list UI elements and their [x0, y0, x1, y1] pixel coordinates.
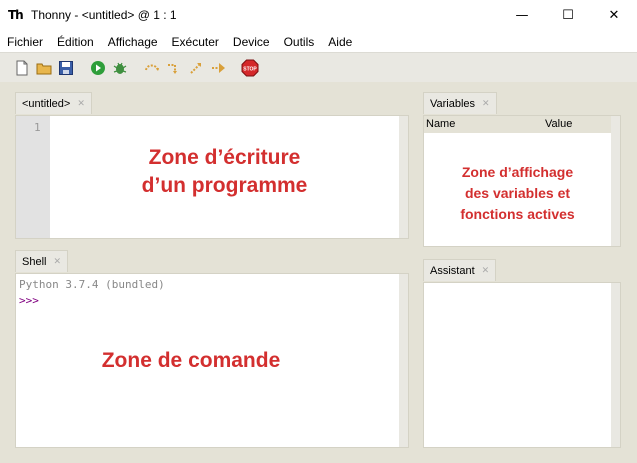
run-icon[interactable] — [90, 60, 106, 76]
menu-device[interactable]: Device — [226, 35, 277, 49]
work-area: <untitled> ✕ 1 Zone d’écriture d’un prog… — [0, 82, 637, 463]
variables-pane: Name Value Zone d’affichage des variable… — [423, 115, 621, 247]
menu-executer[interactable]: Exécuter — [165, 35, 226, 49]
menu-aide[interactable]: Aide — [321, 35, 359, 49]
tab-assistant[interactable]: Assistant ✕ — [423, 259, 497, 281]
tab-editor-untitled[interactable]: <untitled> ✕ — [15, 92, 92, 114]
window-title: Thonny - <untitled> @ 1 : 1 — [31, 8, 177, 22]
tab-shell[interactable]: Shell ✕ — [15, 250, 69, 272]
menu-bar: Fichier Édition Affichage Exécuter Devic… — [0, 31, 637, 52]
step-into-icon[interactable] — [166, 60, 182, 76]
close-button[interactable]: ✕ — [591, 0, 637, 31]
menu-edition[interactable]: Édition — [50, 35, 101, 49]
assistant-scrollbar[interactable] — [611, 283, 620, 447]
menu-outils[interactable]: Outils — [277, 35, 322, 49]
thonny-app-icon: Th — [8, 8, 24, 22]
shell-pane[interactable]: Python 3.7.4 (bundled) >>> Zone de coman… — [15, 273, 409, 448]
assistant-pane — [423, 282, 621, 448]
title-bar: Th Thonny - <untitled> @ 1 : 1 — ☐ ✕ — [0, 0, 637, 31]
shell-banner: Python 3.7.4 (bundled) — [19, 278, 165, 291]
editor-tab-label: <untitled> — [22, 97, 71, 110]
column-name-header[interactable]: Name — [426, 118, 455, 130]
variables-tab-label: Variables — [430, 97, 476, 110]
variables-annotation-line1: Zone d’affichage — [461, 164, 574, 180]
editor-annotation-line2: d’un programme — [141, 174, 308, 197]
shell-tab-label: Shell — [22, 255, 47, 268]
close-tab-icon[interactable]: ✕ — [77, 98, 85, 109]
stop-label: STOP — [243, 67, 257, 73]
resume-icon[interactable] — [210, 60, 226, 76]
assistant-tab-label: Assistant — [430, 264, 475, 277]
stop-icon[interactable]: STOP — [241, 59, 259, 77]
editor-annotation: Zone d’écriture d’un programme — [50, 144, 399, 200]
step-over-icon[interactable] — [144, 60, 160, 76]
variables-header: Name Value — [424, 116, 620, 133]
debug-icon[interactable] — [112, 60, 128, 76]
shell-annotation: Zone de comande — [101, 349, 281, 372]
maximize-button[interactable]: ☐ — [545, 0, 591, 31]
shell-scrollbar[interactable] — [399, 274, 408, 447]
editor-pane[interactable]: 1 Zone d’écriture d’un programme — [15, 115, 409, 239]
variables-scrollbar[interactable] — [611, 116, 620, 246]
editor-annotation-line1: Zone d’écriture — [148, 146, 301, 169]
editor-scrollbar[interactable] — [399, 116, 408, 238]
minimize-button[interactable]: — — [499, 0, 545, 31]
line-number-gutter: 1 — [16, 116, 50, 238]
save-icon[interactable] — [58, 60, 74, 76]
tab-variables[interactable]: Variables ✕ — [423, 92, 497, 114]
open-file-icon[interactable] — [36, 60, 52, 76]
menu-affichage[interactable]: Affichage — [101, 35, 165, 49]
close-tab-icon[interactable]: ✕ — [53, 256, 61, 267]
variables-annotation-line2: des variables et — [464, 185, 571, 201]
menu-fichier[interactable]: Fichier — [0, 35, 50, 49]
toolbar: STOP — [0, 52, 637, 83]
step-out-icon[interactable] — [188, 60, 204, 76]
close-tab-icon[interactable]: ✕ — [482, 265, 490, 276]
new-file-icon[interactable] — [14, 60, 30, 76]
variables-annotation-line3: fonctions actives — [460, 206, 575, 222]
close-tab-icon[interactable]: ✕ — [482, 98, 490, 109]
column-value-header[interactable]: Value — [545, 118, 572, 130]
shell-prompt: >>> — [19, 294, 39, 307]
variables-annotation: Zone d’affichage des variables et foncti… — [424, 162, 611, 225]
line-number: 1 — [34, 121, 41, 134]
